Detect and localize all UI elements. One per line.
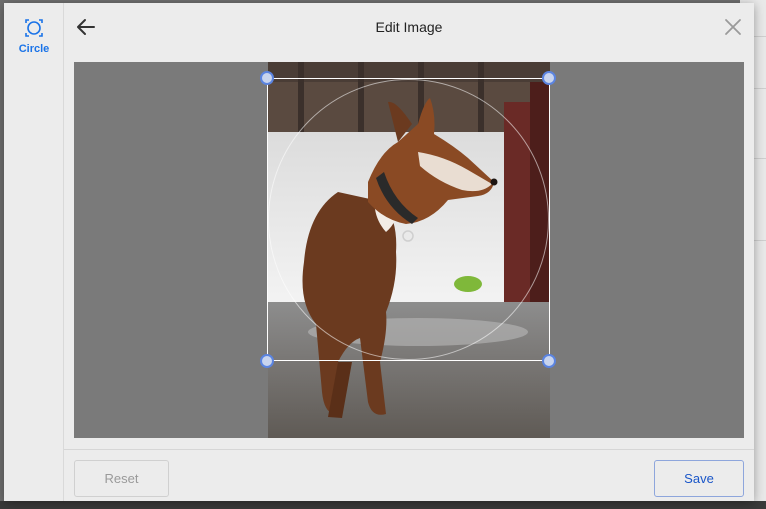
circle-crop-outline (268, 79, 549, 360)
background-divider (752, 88, 766, 89)
crop-handle-bottom-right[interactable] (542, 354, 556, 368)
image-canvas (74, 62, 744, 438)
background-divider (752, 240, 766, 241)
crop-handle-bottom-left[interactable] (260, 354, 274, 368)
crop-handle-top-left[interactable] (260, 71, 274, 85)
reset-button[interactable]: Reset (74, 460, 169, 497)
tools-sidebar: Circle (4, 3, 64, 501)
dialog-title: Edit Image (375, 19, 443, 35)
background-bar (0, 501, 766, 509)
edit-image-dialog: Circle Edit Image Reset Save (4, 3, 754, 501)
editor-main: Edit Image Reset Save (64, 3, 754, 501)
circle-tool-label: Circle (18, 43, 50, 55)
dialog-footer: Reset Save (64, 449, 754, 501)
dialog-header: Edit Image (64, 3, 754, 59)
crop-handle-top-right[interactable] (542, 71, 556, 85)
save-button[interactable]: Save (654, 460, 744, 497)
arrow-left-icon[interactable] (74, 15, 98, 39)
close-icon[interactable] (722, 16, 744, 38)
background-divider (752, 158, 766, 159)
background-divider (752, 36, 766, 37)
crop-selection[interactable] (267, 78, 550, 361)
circle-crop-icon (25, 19, 43, 37)
circle-crop-tool[interactable]: Circle (4, 15, 64, 61)
